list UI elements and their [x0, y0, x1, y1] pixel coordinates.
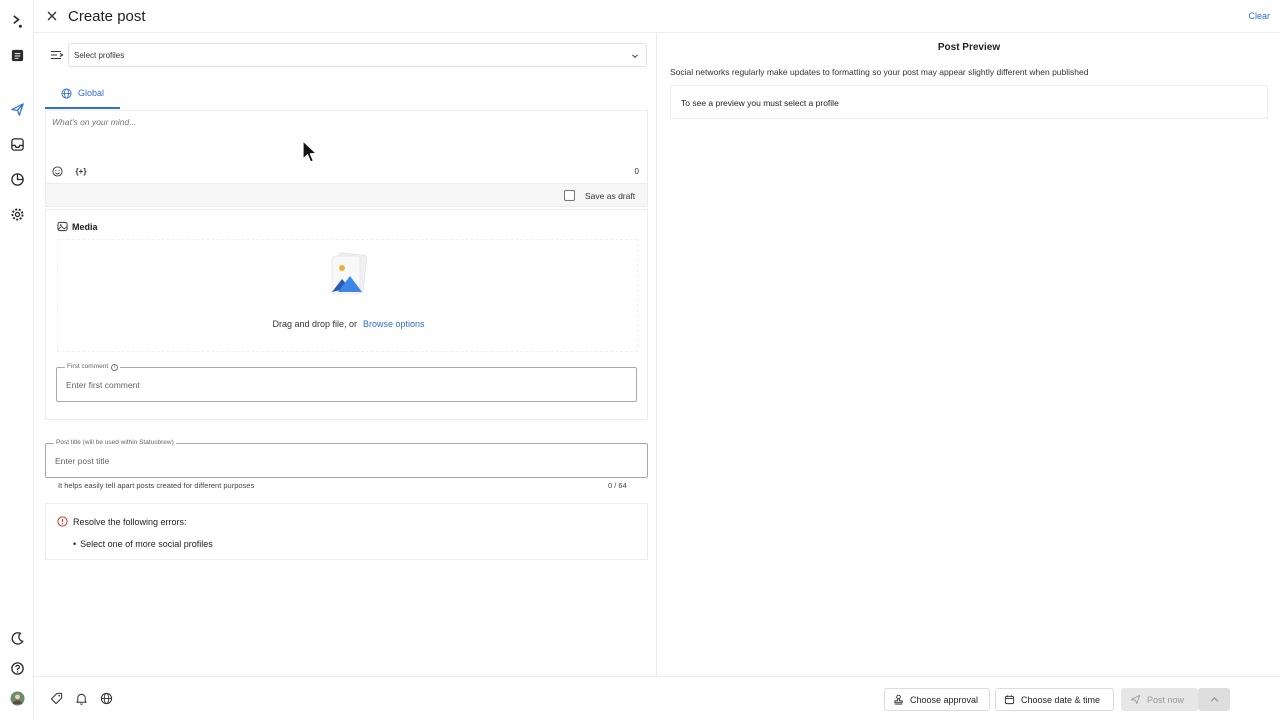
globe-icon[interactable]: [100, 692, 113, 705]
preview-note: Social networks regularly make updates t…: [670, 67, 1089, 77]
message-input[interactable]: [46, 111, 647, 167]
send-icon: [1130, 694, 1141, 705]
bell-icon[interactable]: [75, 692, 88, 705]
post-now-label: Post now: [1147, 694, 1185, 705]
header: Create post Clear: [34, 0, 1280, 33]
clear-button[interactable]: Clear: [1248, 11, 1270, 21]
post-title-hint: It helps easily tell apart posts created…: [58, 481, 255, 490]
tag-icon[interactable]: [50, 692, 63, 705]
filter-icon[interactable]: [50, 48, 64, 62]
choose-approval-label: Choose approval: [910, 694, 979, 705]
select-profiles-placeholder: Select profiles: [74, 51, 125, 60]
post-now-button[interactable]: Post now: [1121, 688, 1198, 711]
drop-instruction: Drag and drop file, or: [272, 319, 357, 329]
select-profiles-dropdown[interactable]: Select profiles: [68, 43, 647, 67]
post-title-count: 0 / 64: [608, 481, 627, 490]
first-comment-field: First comment i: [56, 363, 637, 402]
variable-icon[interactable]: {+}: [73, 165, 89, 178]
media-card: Media Drag and drop file, or Browse optio…: [45, 209, 648, 420]
save-as-draft-label: Save as draft: [585, 191, 636, 201]
post-title-input[interactable]: [46, 444, 647, 477]
publish-icon[interactable]: [7, 99, 27, 119]
post-options-toggle[interactable]: [1198, 688, 1230, 711]
emoji-icon[interactable]: [51, 165, 64, 178]
page-title: Create post: [68, 8, 146, 25]
footer-bar: Choose approval Choose date & time Post …: [34, 676, 1280, 720]
image-placeholder-icon: [331, 252, 368, 295]
preview-column: Post Preview Social networks regularly m…: [658, 33, 1280, 676]
editor-column: Select profiles Global {+} 0: [34, 33, 657, 676]
avatar[interactable]: [7, 688, 27, 708]
media-heading: Media: [57, 221, 98, 232]
calendar-icon: [1004, 695, 1015, 705]
close-icon[interactable]: [45, 9, 59, 23]
preview-title: Post Preview: [937, 42, 1001, 53]
error-icon: [57, 516, 68, 527]
preview-box: To see a preview you must select a profi…: [670, 85, 1268, 119]
post-editor: {+} 0 Save as draft: [45, 110, 648, 207]
choose-approval-button[interactable]: Choose approval: [884, 688, 990, 711]
left-rail: [0, 0, 34, 720]
statusbrew-logo-icon[interactable]: [7, 11, 27, 31]
globe-icon: [61, 88, 72, 99]
profiles-row: Select profiles: [50, 43, 647, 67]
media-dropzone[interactable]: Drag and drop file, or Browse options: [57, 239, 638, 352]
inbox-icon[interactable]: [7, 134, 27, 154]
media-label: Media: [72, 222, 98, 232]
tab-global-label: Global: [78, 88, 105, 98]
dropzone-text: Drag and drop file, or Browse options: [58, 319, 639, 329]
settings-icon[interactable]: [7, 204, 27, 224]
errors-heading: Resolve the following errors:: [57, 516, 187, 527]
post-title-field: Post title (will be used within Statusbr…: [45, 439, 648, 478]
first-comment-input[interactable]: [57, 368, 636, 401]
chevron-up-icon: [1210, 696, 1218, 702]
help-icon[interactable]: [7, 658, 27, 678]
errors-title: Resolve the following errors:: [73, 517, 187, 527]
chevron-down-icon: [632, 54, 638, 59]
save-as-draft-checkbox[interactable]: [564, 190, 575, 201]
choose-date-time-label: Choose date & time: [1021, 694, 1101, 705]
dark-mode-icon[interactable]: [7, 628, 27, 648]
stamp-icon: [894, 694, 903, 705]
app-root: Create post Clear Select profiles Global: [0, 0, 1280, 720]
notes-icon[interactable]: [7, 45, 27, 65]
choose-date-time-button[interactable]: Choose date & time: [995, 688, 1114, 711]
browse-options-link[interactable]: Browse options: [363, 319, 425, 329]
media-icon: [57, 221, 68, 232]
reports-icon[interactable]: [7, 169, 27, 189]
draft-bar: Save as draft: [46, 183, 647, 206]
error-item: Select one of more social profiles: [73, 539, 213, 549]
errors-card: Resolve the following errors: Select one…: [45, 503, 648, 560]
char-count: 0: [634, 167, 639, 176]
preview-empty-message: To see a preview you must select a profi…: [681, 98, 839, 108]
tab-global[interactable]: Global: [45, 86, 120, 109]
